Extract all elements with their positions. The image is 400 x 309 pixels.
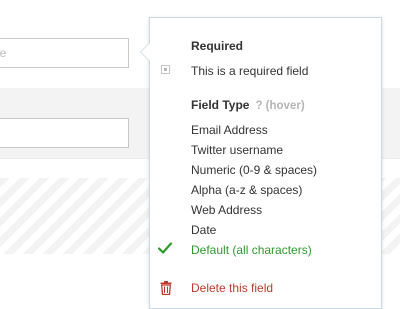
text-input-first[interactable]: ere — [0, 38, 129, 68]
delete-field-link[interactable]: Delete this field — [191, 281, 273, 295]
popover-arrow-fill — [141, 43, 150, 61]
text-input-second[interactable] — [0, 118, 129, 148]
field-type-option-web[interactable]: Web Address — [191, 203, 262, 217]
field-type-option-email[interactable]: Email Address — [191, 123, 268, 137]
check-icon — [157, 242, 173, 254]
required-checkbox-label[interactable]: This is a required field — [191, 64, 308, 78]
trash-icon[interactable] — [160, 281, 172, 295]
field-type-option-date[interactable]: Date — [191, 223, 216, 237]
field-type-help-hint[interactable]: ? (hover) — [255, 100, 304, 112]
field-type-option-twitter[interactable]: Twitter username — [191, 143, 283, 157]
field-type-option-numeric[interactable]: Numeric (0-9 & spaces) — [191, 163, 317, 177]
field-type-option-alpha[interactable]: Alpha (a-z & spaces) — [191, 183, 302, 197]
field-type-section-title: Field Type ? (hover) — [191, 98, 305, 112]
text-input-first-placeholder: ere — [0, 46, 7, 60]
required-section-title: Required — [191, 39, 244, 53]
field-type-title: Field Type — [191, 98, 250, 112]
required-checkbox[interactable] — [161, 65, 170, 74]
field-type-option-default[interactable]: Default (all characters) — [191, 243, 312, 257]
